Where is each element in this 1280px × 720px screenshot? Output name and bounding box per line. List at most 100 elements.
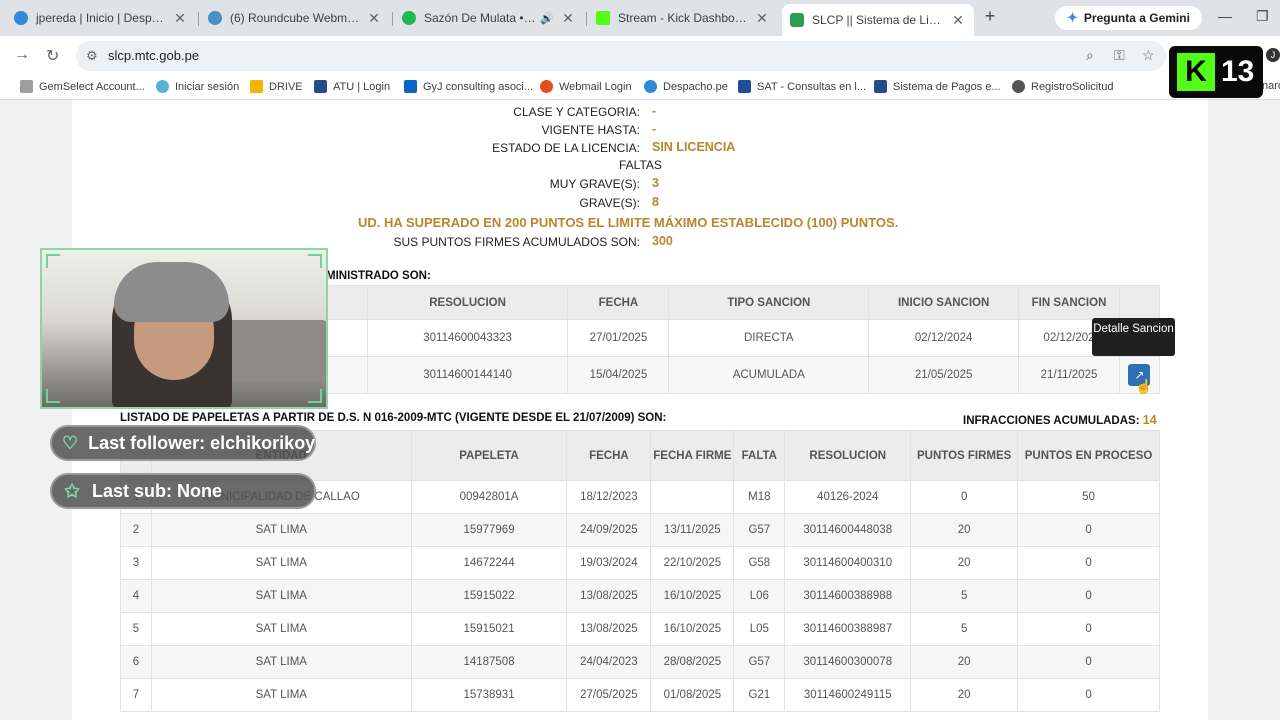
bookmark-label: Sistema de Pagos e... [893, 80, 1001, 93]
bookmark-iniciar-sesion[interactable]: Iniciar sesión [156, 80, 239, 93]
tab-title: Sazón De Mulata • Payá [424, 11, 536, 25]
bookmark-label: SAT - Consultas en l... [757, 80, 867, 93]
star-icon[interactable]: ☆ [1142, 47, 1155, 64]
streamer-hair [114, 262, 229, 322]
zoom-icon[interactable]: ⌕ [1086, 47, 1094, 64]
gemini-button[interactable]: ✦ Pregunta a Gemini [1055, 6, 1202, 30]
table-cell: 24/04/2023 [566, 645, 652, 679]
table-cell: 00942801A [410, 480, 568, 514]
bookmark-overflow[interactable]: naro [1262, 80, 1280, 92]
profile-avatar[interactable]: J [1266, 48, 1280, 62]
despacho-icon [644, 80, 657, 93]
minimize-icon[interactable]: — [1218, 8, 1232, 24]
table-cell: 30114600388988 [784, 579, 912, 613]
sanciones-title: MINISTRADO SON: [326, 270, 431, 282]
table-cell: SAT LIMA [150, 579, 412, 613]
speaker-icon[interactable]: 🔊 [540, 12, 554, 25]
bookmark-gyj[interactable]: GyJ consulting asoci... [404, 80, 533, 93]
bookmark-sistema-pagos[interactable]: Sistema de Pagos e... [874, 80, 1001, 93]
url-text[interactable]: slcp.mtc.gob.pe [108, 48, 199, 63]
table-cell: 3 [120, 546, 152, 580]
table-cell: G58 [733, 546, 786, 580]
infracciones-value: 14 [1142, 413, 1157, 427]
table-cell: 13/08/2025 [566, 579, 652, 613]
table-cell: 14187508 [410, 645, 568, 679]
close-icon[interactable]: ✕ [366, 10, 382, 27]
frame-corner-icon [308, 389, 322, 403]
tab-spotify[interactable]: Sazón De Mulata • Payá 🔊 ✕ [394, 4, 584, 32]
tab-despacho[interactable]: jpereda | Inicio | Despacho.p ✕ [6, 4, 196, 32]
bookmark-label: DRIVE [269, 80, 303, 93]
tab-roundcube[interactable]: (6) Roundcube Webmail :: En ✕ [200, 4, 390, 32]
table-cell: 0 [1017, 546, 1160, 580]
table-cell: 01/08/2025 [650, 678, 735, 712]
atu-icon [314, 80, 327, 93]
tab-divider [198, 12, 199, 26]
detalle-sancion-tooltip: Detalle Sancion [1092, 318, 1175, 356]
table-cell: SAT LIMA [150, 612, 412, 646]
kick-logo-icon: K [1177, 53, 1215, 91]
column-header: FALTA [733, 430, 786, 481]
column-header: PUNTOS EN PROCESO [1017, 430, 1160, 481]
omnibox[interactable]: ⚙ slcp.mtc.gob.pe ⌕ ⚿ ☆ [76, 41, 1166, 71]
table-cell [650, 480, 735, 514]
column-header: INICIO SANCION [868, 285, 1020, 320]
close-icon[interactable]: ✕ [172, 10, 188, 27]
bookmark-sat[interactable]: SAT - Consultas en l... [738, 80, 866, 93]
forward-icon[interactable]: → [14, 46, 30, 64]
bookmark-despacho[interactable]: Despacho.pe [644, 80, 728, 93]
table-row: 6 SAT LIMA 14187508 24/04/2023 28/08/202… [120, 645, 1160, 679]
site-info-icon[interactable]: ⚙ [86, 48, 98, 64]
bookmark-registro[interactable]: RegistroSolicitud [1012, 80, 1114, 93]
table-cell: 0 [910, 480, 1019, 514]
kick-badge: K 13 [1169, 46, 1263, 98]
reload-icon[interactable]: ↻ [46, 46, 59, 66]
heart-icon: ♡ [62, 432, 79, 453]
tab-kick[interactable]: Stream - Kick Dashboard ✕ [588, 4, 778, 32]
tab-title: (6) Roundcube Webmail :: En [230, 11, 360, 25]
new-tab-button[interactable]: + [980, 6, 1000, 30]
bookmark-gemselect[interactable]: GemSelect Account... [20, 80, 145, 93]
frame-corner-icon [46, 254, 60, 268]
table-cell: G21 [733, 678, 786, 712]
close-icon[interactable]: ✕ [950, 12, 966, 29]
infracciones-label: INFRACCIONES ACUMULADAS: [963, 415, 1140, 427]
table-row: 2 SAT LIMA 15977969 24/09/2025 13/11/202… [120, 513, 1160, 547]
table-cell: 30114600043323 [366, 319, 569, 357]
bookmark-label: GemSelect Account... [39, 80, 145, 93]
table-cell: M18 [733, 480, 786, 514]
table-cell: 15915021 [410, 612, 568, 646]
table-cell: 22/10/2025 [650, 546, 735, 580]
table-cell: 24/09/2025 [566, 513, 652, 547]
bookmark-webmail[interactable]: Webmail Login [540, 80, 632, 93]
table-cell: 0 [1017, 645, 1160, 679]
table-cell: 40126-2024 [784, 480, 912, 514]
table-cell: G57 [733, 645, 786, 679]
webmail-icon [540, 80, 553, 93]
table-cell: 19/03/2024 [566, 546, 652, 580]
bookmark-drive[interactable]: DRIVE [250, 80, 303, 93]
atu-icon [874, 80, 887, 93]
table-row: 4 SAT LIMA 15915022 13/08/2025 16/10/202… [120, 579, 1160, 613]
table-cell: 2 [120, 513, 152, 547]
table-cell: L06 [733, 579, 786, 613]
column-header: PUNTOS FIRMES [910, 430, 1019, 481]
tab-divider [586, 12, 587, 26]
column-header: FIN SANCION [1018, 285, 1120, 320]
tab-slcp[interactable]: SLCP || Sistema de Licencias ✕ [782, 4, 974, 36]
close-icon[interactable]: ✕ [560, 10, 576, 27]
papeletas-title: LISTADO DE PAPELETAS A PARTIR DE D.S. N … [120, 412, 667, 424]
tab-divider [392, 12, 393, 26]
star-icon: ✩ [64, 480, 80, 501]
bookmark-atu[interactable]: ATU | Login [314, 80, 390, 93]
table-cell: 7 [120, 678, 152, 712]
key-icon[interactable]: ⚿ [1114, 47, 1125, 64]
maximize-icon[interactable]: ❐ [1256, 8, 1269, 25]
table-row: 7 SAT LIMA 15738931 27/05/2025 01/08/202… [120, 678, 1160, 712]
table-cell: 13/11/2025 [650, 513, 735, 547]
column-header: FECHA [566, 430, 652, 481]
table-cell: 0 [1017, 678, 1160, 712]
sat-icon [738, 80, 751, 93]
tab-title: Stream - Kick Dashboard [618, 11, 748, 25]
close-icon[interactable]: ✕ [754, 10, 770, 27]
